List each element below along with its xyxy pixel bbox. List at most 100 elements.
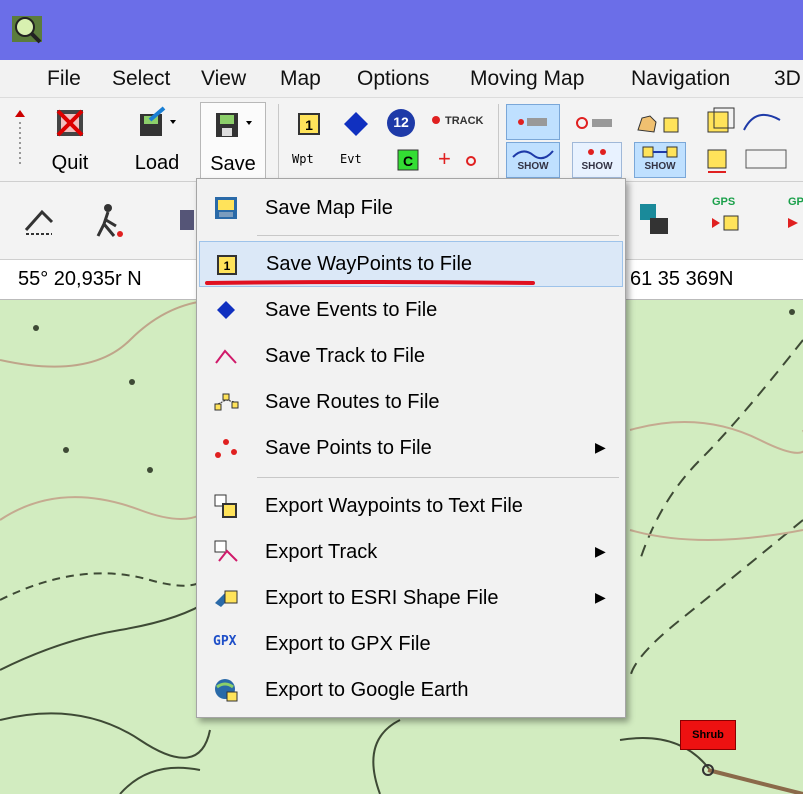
menu-item-label: Save Points to File	[265, 437, 432, 459]
track-label: TRACK	[445, 115, 484, 127]
route-show-icon	[642, 146, 678, 158]
hand-waypoint-icon[interactable]	[632, 108, 688, 138]
quit-label: Quit	[51, 152, 89, 174]
gps-to-waypoint-icon[interactable]	[706, 212, 750, 234]
menu-item-export-esri[interactable]: Export to ESRI Shape File ▶	[199, 575, 623, 621]
latitude-readout: 55° 20,935r N	[18, 268, 142, 290]
show-track-toggle[interactable]: SHOW	[506, 142, 560, 178]
save-label: Save	[210, 153, 256, 175]
svg-text:1: 1	[305, 117, 313, 133]
menu-map[interactable]: Map	[280, 67, 321, 91]
gpx-icon: GPX	[213, 634, 237, 649]
submenu-arrow-icon: ▶	[595, 589, 606, 605]
menu-item-label: Save WayPoints to File	[266, 253, 473, 275]
map-file-icon	[215, 197, 237, 219]
menu-item-label: Export to Google Earth	[265, 679, 469, 701]
menu-item-save-points[interactable]: Save Points to File ▶	[199, 425, 623, 471]
track-icon	[215, 349, 237, 364]
menu-3d[interactable]: 3D	[774, 67, 801, 91]
svg-text:C: C	[403, 153, 413, 169]
wpt-label: Wpt	[292, 152, 314, 166]
show-route-label: SHOW	[644, 161, 676, 172]
coordinate-readout-right: 61 35 369N	[630, 268, 734, 290]
submenu-arrow-icon: ▶	[595, 543, 606, 559]
menu-item-label: Save Events to File	[265, 299, 438, 321]
event-tool-icon[interactable]	[338, 110, 374, 140]
menu-item-label: Save Map File	[265, 197, 393, 219]
save-icon	[216, 113, 252, 137]
menu-navigation[interactable]: Navigation	[631, 67, 730, 91]
menu-item-label: Export to ESRI Shape File	[265, 587, 499, 609]
load-label: Load	[134, 152, 180, 174]
show-points-toggle[interactable]: SHOW	[572, 142, 622, 178]
menu-item-export-google-earth[interactable]: Export to Google Earth	[199, 667, 623, 713]
annotation-underline	[205, 280, 535, 285]
menu-moving-map[interactable]: Moving Map	[470, 67, 584, 91]
menu-item-export-gpx[interactable]: GPX Export to GPX File	[199, 621, 623, 667]
quit-button[interactable]: Quit	[40, 106, 100, 178]
gps-label: GPS	[712, 196, 736, 208]
menu-item-export-track[interactable]: Export Track ▶	[199, 529, 623, 575]
menu-options[interactable]: Options	[357, 67, 429, 91]
load-icon	[140, 106, 176, 136]
points-icon	[215, 439, 237, 458]
main-toolbar: Quit Load Save 1 Wpt Evt 12 C TRACK + SH…	[0, 98, 803, 182]
save-button[interactable]: Save	[200, 102, 266, 180]
menu-item-label: Export to GPX File	[265, 633, 431, 655]
menu-item-label: Export Track	[265, 541, 378, 563]
show-track-icon	[512, 150, 554, 160]
menu-separator	[257, 477, 619, 478]
waypoint-icon: 1	[217, 255, 237, 275]
track-dot-icon[interactable]	[430, 114, 442, 126]
submenu-arrow-icon: ▶	[595, 439, 606, 455]
show-route-toggle[interactable]: SHOW	[634, 142, 686, 178]
show-toggle-upper[interactable]	[506, 104, 560, 140]
menu-item-export-waypoints-text[interactable]: Export Waypoints to Text File	[199, 483, 623, 529]
menu-bar: File Select View Map Options Moving Map …	[0, 60, 803, 98]
show-points-label: SHOW	[581, 161, 613, 172]
toolbar-grip-icon[interactable]	[14, 110, 26, 166]
toolbar-separator	[498, 104, 499, 178]
title-bar	[0, 0, 803, 60]
shrub-map-label[interactable]: Shrub	[680, 720, 736, 750]
esri-shape-icon	[215, 590, 238, 607]
load-button[interactable]: Load	[124, 106, 190, 178]
menu-item-save-map-file[interactable]: Save Map File	[199, 185, 623, 231]
walker-icon[interactable]	[92, 202, 128, 240]
save-dropdown-menu: Save Map File 1 Save WayPoints to File S…	[196, 178, 626, 718]
google-earth-icon	[215, 679, 238, 702]
quit-icon	[56, 109, 84, 137]
plus-tool-icon[interactable]: +	[438, 146, 451, 172]
svg-text:1: 1	[224, 259, 231, 273]
menu-item-save-events[interactable]: Save Events to File	[199, 287, 623, 333]
show-track-label: SHOW	[517, 161, 549, 172]
green-c-icon[interactable]: C	[396, 148, 420, 172]
menu-item-label: Export Waypoints to Text File	[265, 495, 523, 517]
evt-label: Evt	[340, 152, 362, 166]
circle-tool-icon[interactable]	[464, 154, 478, 168]
show-route-icon[interactable]	[570, 108, 620, 138]
toolbar-separator	[278, 104, 279, 178]
transfer-icon[interactable]	[636, 200, 672, 240]
menu-item-save-routes[interactable]: Save Routes to File	[199, 379, 623, 425]
export-track-icon	[214, 540, 238, 562]
numbered-waypoint-text: 12	[393, 114, 409, 130]
measure-icon[interactable]	[22, 204, 56, 238]
gps-label-2: GPS	[788, 196, 803, 208]
menu-select[interactable]: Select	[112, 67, 170, 91]
show-points-icon	[518, 118, 547, 126]
gps-arrow-icon[interactable]	[784, 212, 803, 234]
export-waypoints-icon	[214, 494, 237, 518]
partial-tool-icon[interactable]	[176, 204, 196, 238]
menu-item-save-track[interactable]: Save Track to File	[199, 333, 623, 379]
menu-item-label: Save Track to File	[265, 345, 426, 367]
routes-icon	[214, 393, 239, 411]
menu-view[interactable]: View	[201, 67, 246, 91]
extra-tools-icons[interactable]	[700, 106, 803, 178]
event-diamond-icon	[217, 301, 235, 319]
show-points-dots-icon	[588, 149, 606, 155]
menu-item-label: Save Routes to File	[265, 391, 440, 413]
menu-separator	[257, 235, 619, 236]
app-icon	[12, 16, 42, 44]
menu-file[interactable]: File	[47, 67, 81, 91]
